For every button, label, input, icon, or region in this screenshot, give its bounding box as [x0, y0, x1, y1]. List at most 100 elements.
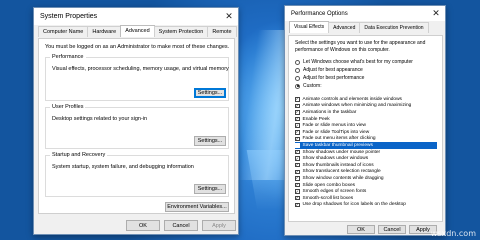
checkbox[interactable]: ✓	[295, 176, 300, 181]
visual-effect-option[interactable]: ✓ Animate windows when minimizing and max…	[295, 103, 437, 110]
ok-button[interactable]: OK	[126, 220, 160, 231]
checkbox-label: Animate controls and elements inside win…	[302, 96, 402, 102]
admin-note: You must be logged on as an Administrato…	[45, 44, 230, 50]
visual-effects-radio-group: Let Windows choose what's best for my co…	[295, 58, 413, 90]
performance-settings-button[interactable]: Settings...	[194, 88, 226, 98]
checkbox-label: Fade or slide menus into view	[302, 123, 366, 129]
system-properties-titlebar[interactable]: System Properties ✕	[34, 8, 238, 25]
checkbox[interactable]: ✓	[295, 156, 300, 161]
tab-hardware[interactable]: Hardware	[87, 26, 122, 37]
group-title-performance: Performance	[50, 54, 86, 60]
visual-effect-option[interactable]: ✓ Show window contents while dragging	[295, 175, 437, 182]
radio-indicator	[295, 67, 300, 73]
group-title-startup-recovery: Startup and Recovery	[50, 152, 108, 158]
visual-effect-option[interactable]: ✓ Smooth edges of screen fonts	[295, 188, 437, 195]
visual-effect-option[interactable]: ✓ Show translucent selection rectangle	[295, 169, 437, 176]
radio-indicator	[295, 83, 300, 89]
checkbox[interactable]: ✓	[295, 189, 300, 194]
tab-system-protection[interactable]: System Protection	[153, 26, 209, 37]
checkbox[interactable]: ✓	[295, 163, 300, 168]
checkbox-label: Save taskbar thumbnail previews	[302, 142, 373, 148]
visual-effect-option[interactable]: ✓ Enable Peek	[295, 116, 437, 123]
checkbox[interactable]: ✓	[295, 130, 300, 135]
advanced-tab-panel: You must be logged on as an Administrato…	[38, 38, 235, 214]
checkbox-label: Fade or slide ToolTips into view	[302, 129, 370, 135]
visual-effects-tab-panel: Select the settings you want to use for …	[288, 35, 443, 222]
radio-best-appearance[interactable]: Adjust for best appearance	[295, 66, 413, 74]
checkbox-label: Smooth-scroll list boxes	[302, 195, 354, 201]
startup-recovery-settings-button[interactable]: Settings...	[194, 184, 226, 194]
user-profiles-group: User Profiles Desktop settings related t…	[45, 104, 229, 149]
checkbox-label: Slide open combo boxes	[302, 182, 356, 188]
visual-effect-option[interactable]: ✓ Use drop shadows for icon labels on the…	[295, 202, 437, 209]
window-title: System Properties	[40, 13, 98, 20]
performance-options-window: Performance Options ✕ Visual Effects Adv…	[284, 5, 446, 236]
radio-indicator	[295, 59, 300, 65]
checkbox-label: Show window contents while dragging	[302, 175, 384, 181]
checkbox[interactable]: ✓	[295, 170, 300, 175]
user-profiles-settings-button[interactable]: Settings...	[194, 136, 226, 146]
performance-group: Performance Visual effects, processor sc…	[45, 54, 229, 101]
checkbox-label: Enable Peek	[302, 116, 330, 122]
visual-effect-option[interactable]: ✓ Fade or slide ToolTips into view	[295, 129, 437, 136]
tab-advanced[interactable]: Advanced	[328, 22, 361, 33]
user-profiles-description: Desktop settings related to your sign-in	[52, 116, 148, 122]
performance-description: Visual effects, processor scheduling, me…	[52, 66, 229, 72]
visual-effect-option[interactable]: ✓ Animate controls and elements inside wi…	[295, 96, 437, 103]
cancel-button[interactable]: Cancel	[378, 225, 406, 234]
visual-effect-option[interactable]: ✓ Slide open combo boxes	[295, 182, 437, 189]
watermark: wsxdn.com	[430, 229, 476, 238]
checkbox-label: Show shadows under windows	[302, 156, 369, 162]
visual-effect-option[interactable]: ✓ Fade out menu items after clicking	[295, 136, 437, 143]
radio-indicator	[295, 75, 300, 81]
checkbox[interactable]	[295, 143, 300, 148]
tab-visual-effects[interactable]: Visual Effects	[289, 21, 330, 33]
checkbox[interactable]: ✓	[295, 202, 300, 208]
checkbox[interactable]: ✓	[295, 137, 300, 142]
visual-effect-option[interactable]: ✓ Smooth-scroll list boxes	[295, 195, 437, 202]
checkbox[interactable]: ✓	[295, 183, 300, 188]
cancel-button[interactable]: Cancel	[164, 220, 198, 231]
checkbox[interactable]: ✓	[295, 196, 300, 201]
visual-effects-description: Select the settings you want to use for …	[295, 40, 426, 53]
environment-variables-button[interactable]: Environment Variables...	[165, 202, 229, 212]
visual-effect-option[interactable]: ✓ Show shadows under windows	[295, 155, 437, 162]
checkbox-label: Animate windows when minimizing and maxi…	[302, 103, 412, 109]
checkbox[interactable]: ✓	[295, 123, 300, 128]
radio-label: Let Windows choose what's best for my co…	[303, 59, 413, 65]
performance-options-titlebar[interactable]: Performance Options ✕	[285, 6, 445, 21]
startup-recovery-description: System startup, system failure, and debu…	[52, 164, 194, 170]
radio-custom[interactable]: Custom:	[295, 82, 413, 90]
tab-remote[interactable]: Remote	[207, 26, 237, 37]
checkbox-label: Use drop shadows for icon labels on the …	[302, 202, 406, 208]
radio-best-performance[interactable]: Adjust for best performance	[295, 74, 413, 82]
radio-let-windows-choose[interactable]: Let Windows choose what's best for my co…	[295, 58, 413, 66]
checkbox-label: Show translucent selection rectangle	[302, 169, 381, 175]
visual-effect-option[interactable]: ✓ Animations in the taskbar	[295, 109, 437, 116]
close-icon[interactable]: ✕	[427, 6, 445, 21]
close-icon[interactable]: ✕	[220, 8, 238, 25]
performance-options-tabs: Visual Effects Advanced Data Execution P…	[285, 21, 445, 33]
tab-advanced[interactable]: Advanced	[120, 25, 155, 37]
visual-effect-option[interactable]: ✓ Show thumbnails instead of icons	[295, 162, 437, 169]
system-properties-window: System Properties ✕ Computer Name Hardwa…	[33, 7, 239, 235]
group-title-user-profiles: User Profiles	[50, 104, 86, 110]
checkbox[interactable]: ✓	[295, 97, 300, 102]
checkbox[interactable]: ✓	[295, 104, 300, 109]
ok-button[interactable]: OK	[347, 225, 375, 234]
startup-recovery-group: Startup and Recovery System startup, sys…	[45, 152, 229, 197]
visual-effect-option[interactable]: ✓ Fade or slide menus into view	[295, 122, 437, 129]
visual-effect-option[interactable]: ✓ Show shadows under mouse pointer	[295, 149, 437, 156]
checkbox-label: Animations in the taskbar	[302, 109, 357, 115]
checkbox[interactable]: ✓	[295, 110, 300, 115]
checkbox-label: Fade out menu items after clicking	[302, 136, 376, 142]
apply-button[interactable]: Apply	[202, 220, 236, 231]
visual-effect-option[interactable]: Save taskbar thumbnail previews	[295, 142, 437, 149]
visual-effects-checklist: ✓ Animate controls and elements inside wi…	[295, 96, 437, 208]
tab-computer-name[interactable]: Computer Name	[38, 26, 89, 37]
radio-label: Adjust for best appearance	[303, 67, 363, 73]
checkbox[interactable]: ✓	[295, 150, 300, 155]
tab-data-execution-prevention[interactable]: Data Execution Prevention	[359, 22, 429, 33]
checkbox[interactable]: ✓	[295, 117, 300, 122]
radio-label: Custom:	[303, 83, 322, 89]
